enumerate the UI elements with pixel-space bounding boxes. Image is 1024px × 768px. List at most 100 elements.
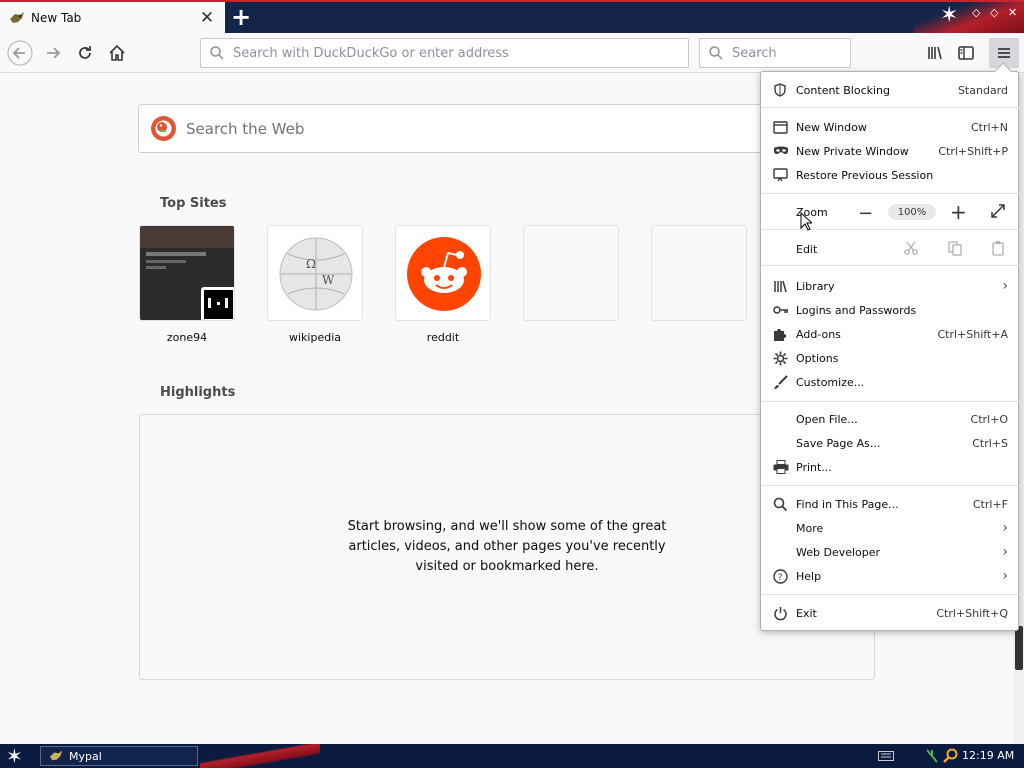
top-site-empty[interactable]: [651, 225, 747, 345]
paste-button[interactable]: [990, 240, 1006, 259]
top-site-reddit[interactable]: reddit: [395, 225, 491, 345]
highlights-heading: Highlights: [160, 385, 236, 400]
minimize-icon[interactable]: ◇: [972, 6, 980, 19]
search-icon: [773, 496, 791, 512]
gear-icon: [773, 350, 791, 366]
taskbar: ✶ Mypal 12:19 AM: [0, 744, 1024, 768]
puzzle-piece-icon: [773, 326, 791, 342]
menu-label: Save Page As...: [796, 436, 881, 450]
star-icon: ✶: [940, 3, 959, 28]
keyboard-icon[interactable]: [878, 751, 894, 761]
address-placeholder: Search with DuckDuckGo or enter address: [233, 45, 509, 61]
back-button[interactable]: [5, 38, 35, 68]
taskbar-app-label: Mypal: [69, 749, 102, 763]
reddit-logo-icon: [407, 237, 481, 311]
top-site-label: zone94: [166, 331, 208, 344]
search-icon: [709, 46, 723, 60]
scrollbar-thumb[interactable]: [1015, 626, 1023, 670]
paintbrush-icon: [773, 374, 791, 390]
mouse-cursor-icon: [800, 212, 812, 231]
menu-shortcut: Ctrl+S: [972, 436, 1008, 450]
empty-tile: [523, 225, 619, 321]
menu-customize[interactable]: Customize...: [761, 370, 1020, 394]
chevron-right-icon: ›: [1002, 544, 1008, 560]
menu-label: Content Blocking: [796, 83, 891, 97]
scissors-icon: [904, 241, 918, 255]
fullscreen-button[interactable]: [990, 203, 1006, 222]
svg-text:W: W: [322, 273, 335, 287]
wikipedia-thumbnail: Ω W: [267, 225, 363, 321]
menu-library[interactable]: Library ›: [761, 274, 1020, 298]
chevron-right-icon: ›: [1002, 278, 1008, 294]
svg-text:?: ?: [778, 573, 783, 583]
menu-print[interactable]: Print...: [761, 455, 1020, 479]
top-site-label: reddit: [426, 331, 460, 344]
reload-button[interactable]: [70, 38, 100, 68]
tab-bar: New Tab ✕ + ✶ ◇ ◇ ✕: [0, 0, 1024, 33]
top-site-empty[interactable]: [523, 225, 619, 345]
web-search-box[interactable]: Search the Web: [138, 104, 798, 153]
search-placeholder: Search: [732, 45, 777, 61]
top-site-label: [651, 331, 747, 345]
sidebar-button[interactable]: [951, 38, 981, 68]
mypal-logo-icon: [49, 750, 63, 761]
menu-label: Restore Previous Session: [796, 168, 934, 182]
reddit-thumbnail: [395, 225, 491, 321]
navigation-toolbar: Search with DuckDuckGo or enter address …: [0, 33, 1024, 73]
address-bar[interactable]: Search with DuckDuckGo or enter address: [200, 38, 689, 68]
close-tab-icon[interactable]: ✕: [195, 6, 219, 30]
menu-addons[interactable]: Add-ons Ctrl+Shift+A: [761, 322, 1020, 346]
taskbar-app-button[interactable]: Mypal: [40, 746, 198, 766]
network-icon[interactable]: [925, 748, 939, 764]
browser-window: New Tab ✕ + ✶ ◇ ◇ ✕ Search with DuckDuck…: [0, 0, 1024, 768]
menu-label: Exit: [796, 606, 817, 620]
content-blocking-value: Standard: [957, 83, 1008, 97]
library-icon: [773, 278, 791, 294]
start-menu-button[interactable]: ✶: [6, 744, 23, 768]
zoom-out-button[interactable]: −: [858, 203, 873, 224]
menu-separator: [761, 193, 1020, 194]
home-button[interactable]: [102, 38, 132, 68]
shield-icon: [773, 82, 791, 98]
menu-label: More: [796, 521, 824, 535]
tab-new-tab[interactable]: New Tab ✕: [0, 2, 225, 33]
menu-save-page[interactable]: Save Page As... Ctrl+S: [761, 431, 1020, 455]
menu-web-developer[interactable]: Web Developer ›: [761, 540, 1020, 564]
search-bar[interactable]: Search: [699, 38, 851, 68]
menu-label: New Window: [796, 120, 867, 134]
menu-separator: [761, 265, 1020, 266]
menu-help[interactable]: ? Help ›: [761, 564, 1020, 588]
menu-more[interactable]: More ›: [761, 516, 1020, 540]
menu-logins[interactable]: Logins and Passwords: [761, 298, 1020, 322]
private-mask-icon: [773, 143, 791, 159]
back-arrow-icon: [7, 40, 33, 66]
search-icon[interactable]: [943, 748, 959, 764]
menu-label: Add-ons: [796, 327, 841, 341]
svg-text:Ω: Ω: [306, 257, 316, 271]
top-site-zone94[interactable]: zone94: [139, 225, 235, 345]
menu-exit[interactable]: Exit Ctrl+Shift+Q: [761, 601, 1020, 625]
close-window-icon[interactable]: ✕: [1008, 6, 1017, 19]
top-sites-heading: Top Sites: [160, 196, 227, 211]
top-site-label: wikipedia: [288, 331, 341, 344]
cut-button[interactable]: [903, 240, 919, 259]
menu-label: Edit: [796, 242, 818, 256]
menu-find[interactable]: Find in This Page... Ctrl+F: [761, 492, 1020, 516]
menu-new-private-window[interactable]: New Private Window Ctrl+Shift+P: [761, 139, 1020, 163]
copy-button[interactable]: [947, 240, 963, 259]
menu-options[interactable]: Options: [761, 346, 1020, 370]
menu-new-window[interactable]: New Window Ctrl+N: [761, 115, 1020, 139]
menu-open-file[interactable]: Open File... Ctrl+O: [761, 407, 1020, 431]
zoom-reset-button[interactable]: 100%: [888, 204, 936, 220]
menu-restore-session[interactable]: Restore Previous Session: [761, 163, 1020, 187]
menu-content-blocking[interactable]: Content Blocking Standard: [761, 78, 1020, 102]
new-tab-button[interactable]: +: [228, 3, 254, 31]
search-icon: [210, 46, 224, 60]
copy-icon: [948, 241, 962, 256]
library-button[interactable]: [920, 38, 950, 68]
zoom-in-button[interactable]: +: [950, 200, 967, 224]
top-site-wikipedia[interactable]: Ω W wikipedia: [267, 225, 363, 345]
help-icon: ?: [773, 568, 791, 584]
maximize-icon[interactable]: ◇: [990, 6, 998, 19]
forward-button[interactable]: [38, 38, 68, 68]
